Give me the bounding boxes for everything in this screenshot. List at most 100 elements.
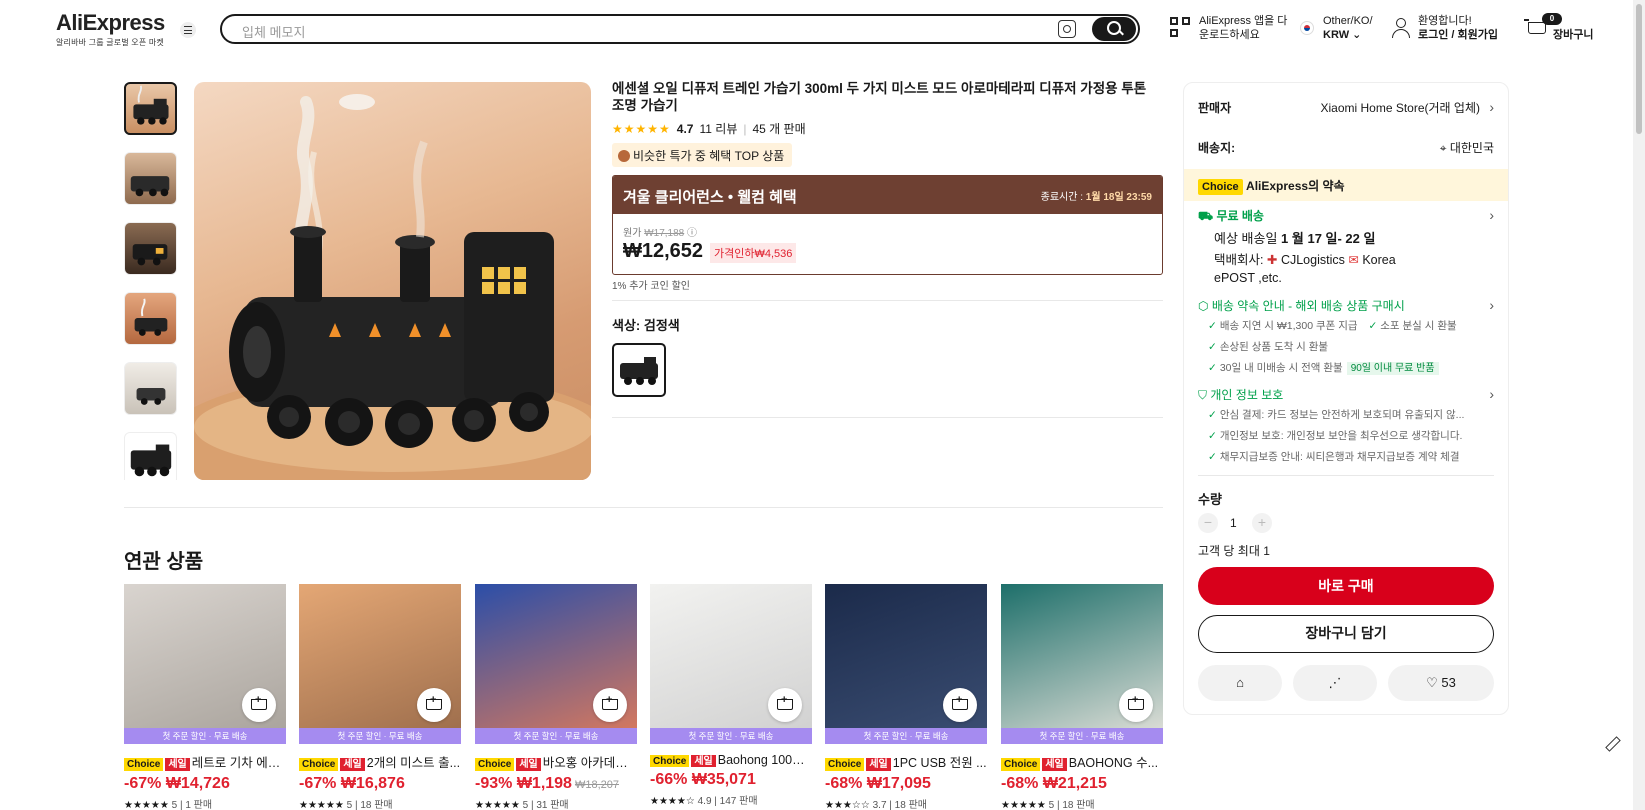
add-to-cart-icon[interactable] xyxy=(1119,688,1153,722)
rating-value: 4.9 xyxy=(697,796,712,807)
search-button[interactable] xyxy=(1092,17,1136,41)
delivery-promise-title: 배송 약속 안내 - 해외 배송 상품 구매시 xyxy=(1211,299,1405,313)
star-rating-icon: ★★★★★ xyxy=(299,800,344,810)
cart-label[interactable]: 장바구니 xyxy=(1553,28,1593,42)
store-button[interactable]: ⌂ xyxy=(1198,665,1282,701)
chevron-right-icon: › xyxy=(1489,99,1494,115)
star-rating-icon: ★★★☆☆ xyxy=(825,800,870,810)
related-product-title[interactable]: Choice 세일 2개의 미스트 출... xyxy=(299,752,461,771)
thumbnail-5[interactable] xyxy=(124,362,177,415)
seller-row[interactable]: 판매자 Xiaomi Home Store(거래 업체) › xyxy=(1198,99,1494,116)
search-bar[interactable]: 입체 메모지 xyxy=(220,14,1140,44)
wishlist-count: 53 xyxy=(1441,675,1456,690)
free-shipping-row[interactable]: ⛟ 무료 배송 › xyxy=(1198,207,1494,225)
related-product-title[interactable]: Choice 세일 레트로 기차 에센... xyxy=(124,752,286,771)
thumbnail-1[interactable] xyxy=(124,82,177,135)
related-product-price: -67% ₩14,726 xyxy=(124,775,286,793)
thumbnail-3[interactable] xyxy=(124,222,177,275)
thumbnail-2[interactable] xyxy=(124,152,177,205)
sold-count: 18 판매 xyxy=(360,800,393,810)
related-product-image[interactable]: 첫 주문 할인 · 무료 배송 xyxy=(299,584,461,744)
scrollbar-thumb[interactable] xyxy=(1636,4,1642,134)
discount-percent: -93% xyxy=(475,775,513,792)
account-link[interactable]: 환영합니다! 로그인 / 회원가입 xyxy=(1418,14,1498,42)
buy-now-button[interactable]: 바로 구매 xyxy=(1198,567,1494,605)
price-value: ₩16,876 xyxy=(340,775,405,792)
heart-icon: ♡ xyxy=(1426,675,1438,690)
related-product-card[interactable]: 첫 주문 할인 · 무료 배송 Choice세일BAOHONG 수... -68% … xyxy=(1001,584,1163,810)
add-to-cart-icon[interactable] xyxy=(943,688,977,722)
quantity-value[interactable]: 1 xyxy=(1230,516,1237,530)
promo-banner: 겨울 클리어런스 • 웰컴 혜택 종료시간 : 1월 18일 23:59 xyxy=(613,176,1162,214)
app-download-link[interactable]: AliExpress 앱을 다 운로드하세요 xyxy=(1199,14,1287,42)
edit-pencil-icon[interactable] xyxy=(1603,735,1621,753)
user-icon[interactable] xyxy=(1391,17,1411,39)
related-product-image[interactable]: 첫 주문 할인 · 무료 배송 xyxy=(1001,584,1163,744)
quantity-increase-button[interactable]: + xyxy=(1252,513,1272,533)
ship-to-row[interactable]: 배송지: ⌖ 대한민국 xyxy=(1198,139,1494,156)
image-search-icon[interactable] xyxy=(1058,20,1076,38)
seller-name[interactable]: Xiaomi Home Store(거래 업체) xyxy=(1320,99,1480,116)
info-icon[interactable]: ⓘ xyxy=(687,228,697,239)
menu-icon[interactable] xyxy=(180,22,196,38)
carrier-epost: ePOST ,etc. xyxy=(1214,271,1282,285)
thumbnail-6[interactable] xyxy=(124,432,177,480)
related-product-title[interactable]: Choice 세일 Baohong 100%... xyxy=(650,752,812,767)
related-product-price: -66% ₩35,071 xyxy=(650,771,812,789)
truck-icon: ⛟ xyxy=(1198,209,1214,223)
related-product-card[interactable]: 첫 주문 할인 · 무료 배송 Choice세일2개의 미스트 출... -67% … xyxy=(299,584,461,810)
add-to-cart-icon[interactable] xyxy=(417,688,451,722)
related-product-title[interactable]: Choice 세일 BAOHONG 수... xyxy=(1001,752,1163,771)
related-product-image[interactable]: 첫 주문 할인 · 무료 배송 xyxy=(124,584,286,744)
page-scrollbar[interactable] xyxy=(1633,0,1645,810)
review-count-link[interactable]: 11 리뷰 xyxy=(699,120,737,137)
estimated-delivery-label: 예상 배송일 xyxy=(1214,231,1278,246)
add-to-cart-icon[interactable] xyxy=(242,688,276,722)
star-rating-icon: ★★★★★ xyxy=(612,121,671,136)
delivery-promise-row[interactable]: ⬡ 배송 약속 안내 - 해외 배송 상품 구매시 › xyxy=(1198,297,1494,314)
seller-label: 판매자 xyxy=(1198,101,1232,115)
wishlist-button[interactable]: ♡ 53 xyxy=(1388,665,1494,701)
related-product-image[interactable]: 첫 주문 할인 · 무료 배송 xyxy=(650,584,812,744)
region-currency-selector[interactable]: Other/KO/ KRW ⌄ xyxy=(1323,14,1373,42)
add-to-cart-button[interactable]: 장바구니 담기 xyxy=(1198,615,1494,653)
related-product-image[interactable]: 첫 주문 할인 · 무료 배송 xyxy=(475,584,637,744)
login-signup-link[interactable]: 로그인 / 회원가입 xyxy=(1418,28,1498,42)
thumbnail-4[interactable] xyxy=(124,292,177,345)
chevron-right-icon: › xyxy=(1489,297,1494,313)
search-input[interactable]: 입체 메모지 xyxy=(242,22,305,41)
related-product-rating: ★★★★☆ 4.9 | 147 판매 xyxy=(650,796,758,807)
currency-text: KRW xyxy=(1323,29,1350,41)
add-to-cart-icon[interactable] xyxy=(593,688,627,722)
share-button[interactable]: ⋰ xyxy=(1293,665,1377,701)
privacy-row[interactable]: ⛉ 개인 정보 보호 › xyxy=(1198,386,1494,403)
main-product-image[interactable] xyxy=(194,82,591,480)
aliexpress-logo[interactable]: AliExpress 알리바바 그룹 글로벌 오픈 마켓 xyxy=(56,10,165,48)
estimated-delivery: 예상 배송일 1 월 17 일- 22 일 xyxy=(1214,228,1494,247)
purchase-limit: 고객 당 최대 1 xyxy=(1198,544,1270,558)
related-product-card[interactable]: 첫 주문 할인 · 무료 배송 Choice세일바오홍 아카데미 ... -93% … xyxy=(475,584,637,810)
related-product-title[interactable]: Choice 세일 1PC USB 전원 ... xyxy=(825,752,987,771)
rating-value: 5 xyxy=(171,800,178,810)
related-product-name: BAOHONG 수... xyxy=(1068,756,1159,770)
sold-count: 18 판매 xyxy=(1062,800,1095,810)
quantity-decrease-button[interactable]: − xyxy=(1198,513,1218,533)
related-product-price: -68% ₩17,095 xyxy=(825,775,987,793)
related-product-name: Baohong 100%... xyxy=(717,753,812,767)
related-product-card[interactable]: 첫 주문 할인 · 무료 배송 Choice세일Baohong 100%... -6… xyxy=(650,584,812,807)
color-option-black[interactable] xyxy=(612,343,666,397)
related-product-name: 2개의 미스트 출... xyxy=(366,756,461,770)
related-product-card[interactable]: 첫 주문 할인 · 무료 배송 Choice세일레트로 기차 에센... -67% … xyxy=(124,584,286,810)
add-to-cart-icon[interactable] xyxy=(768,688,802,722)
related-product-card[interactable]: 첫 주문 할인 · 무료 배송 Choice세일1PC USB 전원 ... -68… xyxy=(825,584,987,810)
carrier-info: 택배회사: ✚ CJLogistics ✉ Korea ePOST ,etc. xyxy=(1214,251,1494,287)
related-product-rating: ★★★★★ 5 | 18 판매 xyxy=(1001,800,1095,810)
related-product-image[interactable]: 첫 주문 할인 · 무료 배송 xyxy=(825,584,987,744)
top-deal-badge[interactable]: 비슷한 특가 중 혜택 TOP 상품 xyxy=(612,143,793,167)
price-value: ₩35,071 xyxy=(691,771,756,788)
related-product-title[interactable]: Choice 세일 바오홍 아카데미 ... xyxy=(475,752,637,771)
related-product-price: -67% ₩16,876 xyxy=(299,775,461,793)
discount-percent: -67% xyxy=(124,775,162,792)
related-product-price: -93% ₩1,198 ₩18,207 xyxy=(475,775,637,793)
qr-code-icon[interactable] xyxy=(1170,17,1192,39)
